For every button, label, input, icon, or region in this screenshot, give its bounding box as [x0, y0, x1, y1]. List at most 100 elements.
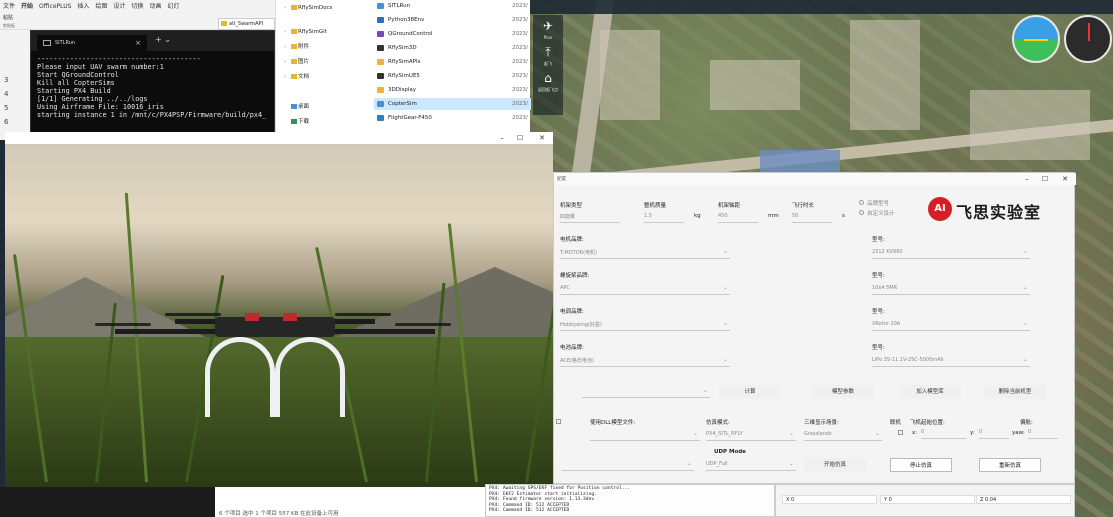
model-params-button[interactable]: 模型参数 [812, 385, 874, 399]
scene-select[interactable]: Grasslands ⌄ [804, 429, 882, 441]
coord-value: 0 [888, 497, 892, 503]
plan-tool-button[interactable]: ✈ Plan [535, 17, 561, 41]
ribbon-tab-home[interactable]: 开始 [18, 0, 36, 14]
file-name: RflySim3D [388, 45, 417, 51]
yaw-input[interactable]: 0 [1028, 427, 1058, 439]
linked-checkbox[interactable] [898, 430, 903, 435]
px4-log-output[interactable]: PX4: Awaiting GPS/EKF fixed for Position… [485, 484, 775, 517]
chevron-down-icon[interactable]: ⌄ [164, 35, 171, 44]
x-value: 0 [921, 429, 925, 435]
drone-red-part [283, 313, 297, 321]
ribbon-tab-slideshow[interactable]: 幻灯 [165, 0, 183, 14]
x-input[interactable]: 0 [921, 427, 966, 439]
start-sim-button[interactable]: 开始仿真 [804, 458, 866, 472]
flight-time-input[interactable]: 50 [792, 211, 832, 223]
chevron-right-icon: › [284, 44, 287, 50]
ribbon-tab-insert[interactable]: 插入 [74, 0, 92, 14]
minimize-button[interactable]: – [1020, 173, 1034, 185]
map-building-block [850, 20, 920, 130]
list-item[interactable]: RflySimAPIs 2023/ [374, 56, 531, 68]
list-item[interactable]: RflySim3D 2023/ [374, 42, 531, 54]
motor-brand-select[interactable]: T-MOTOR(电机) ⌄ [560, 247, 730, 259]
terminal-tab[interactable]: SITLRun × [37, 35, 147, 51]
close-button[interactable]: ✕ [535, 132, 549, 144]
esc-model-select[interactable]: XRotor 20A ⌄ [872, 319, 1030, 331]
terminal-window[interactable]: SITLRun × + ⌄ --------------------------… [30, 30, 275, 140]
maximize-button[interactable]: ☐ [1038, 173, 1052, 185]
reset-sim-button[interactable]: 重新仿真 [979, 458, 1041, 472]
battery-model-select[interactable]: LiPo 3S-11.1V-25C-5000mAh ⌄ [872, 355, 1030, 367]
ribbon-tab-transitions[interactable]: 切换 [128, 0, 146, 14]
nav-item-documents[interactable]: › 文档 [284, 71, 309, 83]
prop-model-label: 型号: [872, 273, 885, 279]
nav-item-label: 下载 [298, 119, 310, 125]
frame-type-select[interactable]: 四旋翼 [560, 211, 620, 223]
terminal-output[interactable]: ----------------------------------------… [31, 51, 274, 123]
chevron-right-icon: › [284, 29, 287, 35]
list-item[interactable]: RflySimUE5 2023/ [374, 70, 531, 82]
nav-item-attachments[interactable]: › 附件 [284, 41, 309, 53]
list-item[interactable]: FlightGear-F450 2023/ [374, 112, 531, 124]
use-dll-checkbox[interactable] [556, 419, 561, 424]
flight-time-label: 飞行时长 [792, 203, 815, 209]
rflysim3d-window[interactable]: – ☐ ✕ [5, 132, 553, 487]
udp-mode-select[interactable]: UDP_Full ⌄ [706, 459, 796, 471]
calculate-button[interactable]: 计算 [719, 385, 781, 399]
custom-design-radio[interactable] [859, 210, 864, 215]
prop-model-select[interactable]: 10x4.5MR ⌄ [872, 283, 1030, 295]
feisi-logo-text: 飞思实验室 [956, 203, 1042, 222]
new-tab-button[interactable]: + ⌄ [155, 35, 171, 44]
list-item[interactable]: SITLRun 2023/ [374, 0, 531, 12]
nav-item-rflysimgit[interactable]: › RflySimGit [284, 26, 327, 38]
list-item[interactable]: Python38Env 2023/ [374, 14, 531, 26]
sim-mode-select[interactable]: PX4_SITL_RFLY ⌄ [706, 429, 796, 441]
file-date: 2023/ [512, 45, 528, 51]
y-input[interactable]: 0 [979, 427, 1009, 439]
secondary-select[interactable]: ⌄ [562, 459, 694, 471]
motor-model-select[interactable]: 2312 KV960 ⌄ [872, 247, 1030, 259]
close-tab-icon[interactable]: × [135, 35, 141, 51]
nav-item-label: RflySimDocs [298, 5, 333, 11]
ribbon-tab-officeplus[interactable]: OfficePLUS [36, 0, 74, 14]
chevron-down-icon: ⌄ [788, 460, 794, 467]
takeoff-tool-button[interactable]: ⤒ 起飞 [535, 43, 561, 67]
nav-item-desktop[interactable]: 桌面 [284, 101, 309, 113]
file-name: QGroundControl [388, 31, 433, 37]
chevron-down-icon: ⌄ [722, 320, 728, 327]
stop-sim-button[interactable]: 停止仿真 [890, 458, 952, 472]
delete-model-button[interactable]: 删除当前机型 [984, 385, 1046, 399]
minimize-button[interactable]: – [495, 132, 509, 144]
plan-icon: ✈ [542, 19, 554, 33]
nav-item-downloads[interactable]: 下载 [284, 116, 309, 128]
nav-item-pictures[interactable]: › 图片 [284, 56, 309, 68]
clipboard-group-label: 剪贴板 [3, 23, 15, 28]
wheelbase-input[interactable]: 450 [718, 211, 758, 223]
document-tab[interactable]: alt_SwarmAPI [218, 18, 275, 30]
paste-button[interactable]: 粘贴 [3, 14, 13, 21]
folder-icon [377, 59, 384, 65]
ribbon-tab-draw[interactable]: 绘图 [92, 0, 110, 14]
model-preset-select[interactable]: ⌄ [582, 386, 710, 398]
esc-brand-select[interactable]: Hobbywing(好盈) ⌄ [560, 319, 730, 331]
battery-brand-select[interactable]: ACE(格氏电池) ⌄ [560, 355, 730, 367]
brand-model-radio[interactable] [859, 200, 864, 205]
prop-brand-select[interactable]: APC ⌄ [560, 283, 730, 295]
list-item[interactable]: CopterSim 2023/ [374, 98, 531, 110]
return-home-tool-button[interactable]: ⌂ 返回起飞点 [535, 69, 561, 93]
esc-brand-label: 电调品牌: [560, 309, 584, 315]
ribbon-tab-file[interactable]: 文件 [0, 0, 18, 14]
ribbon-tab-animations[interactable]: 动画 [146, 0, 164, 14]
prop-model-value: 10x4.5MR [872, 285, 898, 291]
ribbon-tab-design[interactable]: 设计 [110, 0, 128, 14]
x-coordinate-field: X 0 [782, 495, 877, 504]
map-building-block [970, 90, 1090, 160]
list-item[interactable]: QGroundControl 2023/ [374, 28, 531, 40]
list-item[interactable]: 3DDisplay 2023/ [374, 84, 531, 96]
dll-file-select[interactable]: ⌄ [590, 429, 700, 441]
chevron-right-icon: › [284, 5, 287, 11]
add-to-model-lib-button[interactable]: 加入模型库 [899, 385, 961, 399]
mass-input[interactable]: 1.5 [644, 211, 684, 223]
nav-item-rflysimdocs[interactable]: › RflySimDocs [284, 2, 332, 14]
close-button[interactable]: ✕ [1058, 173, 1072, 185]
maximize-button[interactable]: ☐ [513, 132, 527, 144]
